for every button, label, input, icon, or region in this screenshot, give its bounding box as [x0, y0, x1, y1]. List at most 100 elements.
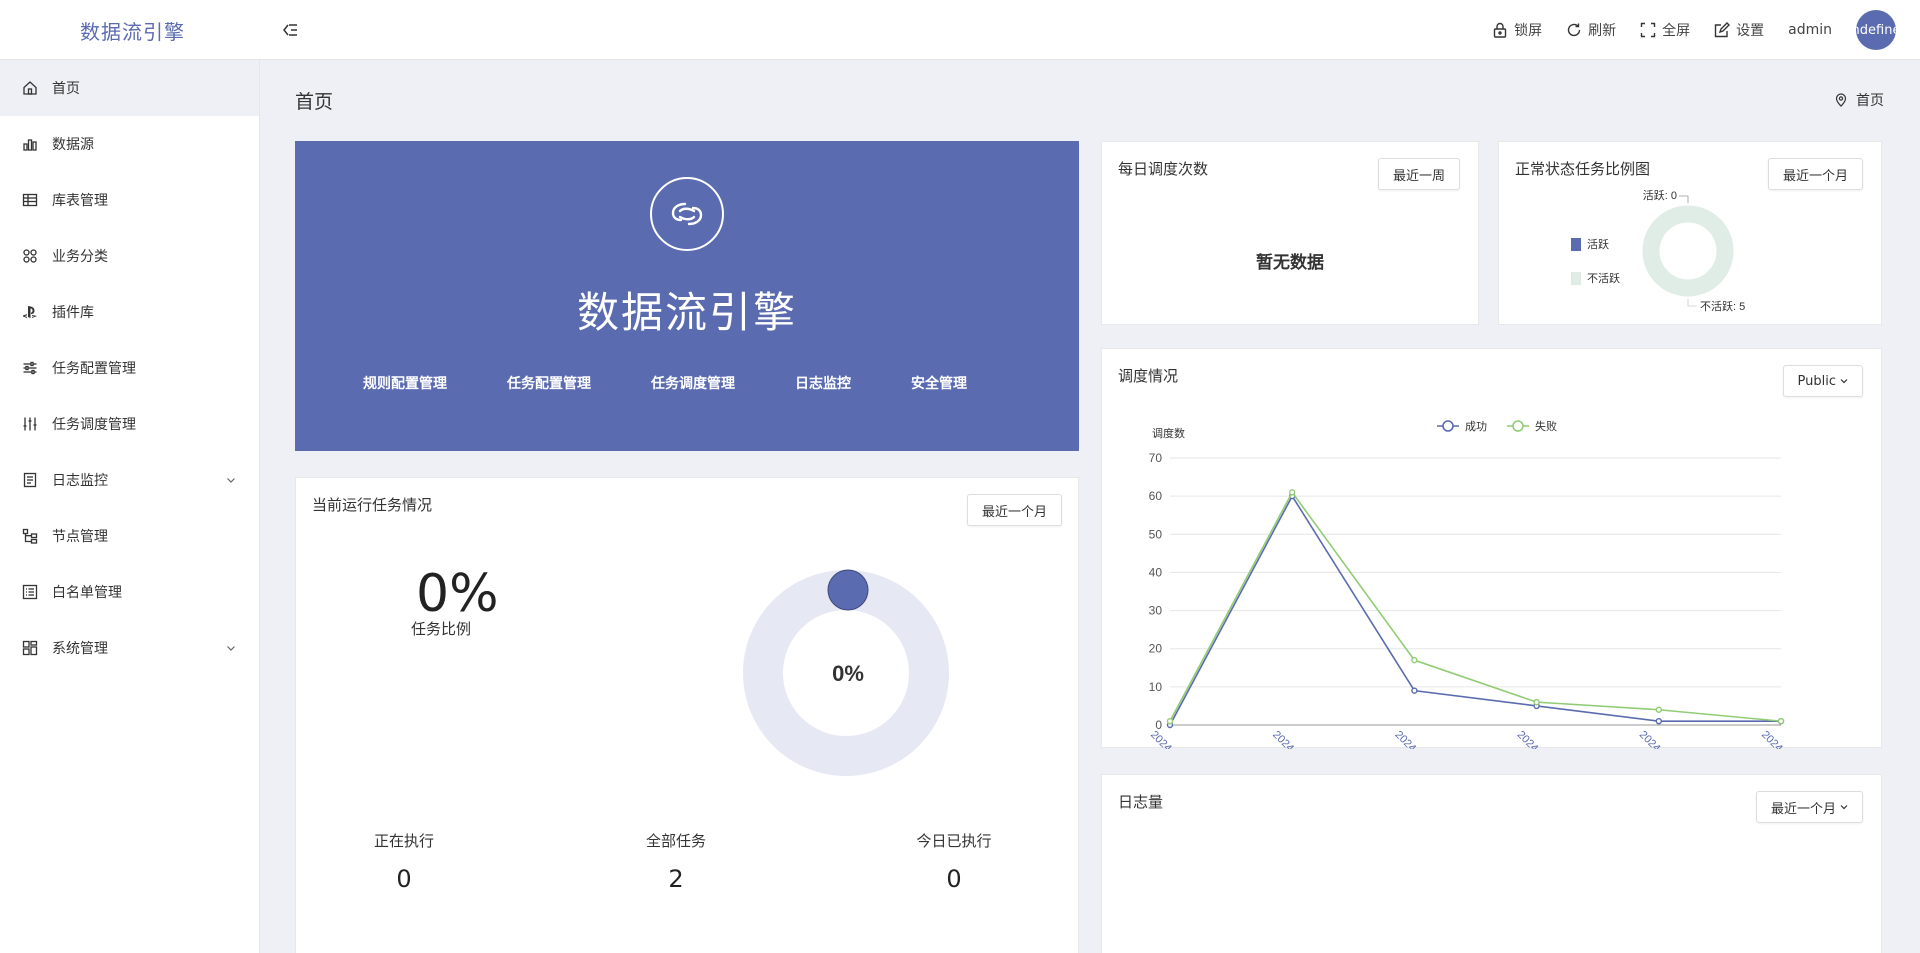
range-button[interactable]: 最近一个月: [966, 494, 1062, 526]
sidebar-item-tables[interactable]: 库表管理: [0, 172, 259, 228]
list-icon: [22, 584, 38, 600]
stat-value: 2: [668, 865, 684, 893]
sidebar-item-label: 数据源: [52, 137, 94, 153]
data-point: [1655, 717, 1662, 725]
collapse-menu-icon[interactable]: [280, 20, 300, 40]
sidebar-item-plugins[interactable]: 插件库: [0, 284, 259, 340]
sidebar-item-log-monitor[interactable]: 日志监控: [0, 452, 259, 508]
running-tasks-card: 当前运行任务情况 最近一个月 0% 任务比例 0% 正在执行 0 全部任务 2 …: [295, 477, 1079, 953]
stat-running: 正在执行 0: [344, 830, 464, 893]
y-tick-label: 40: [1149, 565, 1163, 579]
brand-title[interactable]: 数据流引擎: [80, 16, 185, 45]
dashboard-icon: [22, 640, 38, 656]
sidebar-item-label: 业务分类: [52, 249, 108, 265]
sidebar-item-label: 任务配置管理: [52, 361, 136, 377]
chevron-down-icon[interactable]: [225, 474, 237, 486]
sidebar-item-label: 白名单管理: [52, 585, 122, 601]
sidebar-item-label: 首页: [52, 81, 80, 97]
lock-screen-button[interactable]: 锁屏: [1492, 20, 1542, 40]
y-tick-label: 30: [1149, 604, 1163, 618]
legend-marker: [1512, 420, 1524, 432]
legend-label: 不活跃: [1587, 272, 1620, 285]
chevron-down-icon[interactable]: [225, 642, 237, 654]
fullscreen-label: 全屏: [1662, 23, 1691, 39]
legend-active[interactable]: 活跃: [1571, 236, 1609, 252]
stat-label: 正在执行: [373, 832, 434, 850]
sliders-icon: [22, 360, 38, 376]
user-name[interactable]: admin: [1788, 22, 1832, 38]
lock-icon: [1493, 22, 1507, 38]
label-line-inactive: [1687, 299, 1697, 307]
hero-link-log-monitor[interactable]: 日志监控: [795, 373, 851, 393]
y-tick-label: 60: [1149, 489, 1163, 503]
avatar[interactable]: undefined: [1856, 10, 1896, 50]
range-dropdown[interactable]: 最近一个月: [1755, 791, 1863, 823]
sidebar-item-label: 库表管理: [52, 193, 108, 209]
edit-icon: [1714, 22, 1731, 38]
card-title: 正常状态任务比例图: [1515, 160, 1651, 178]
breadcrumb-label[interactable]: 首页: [1856, 90, 1884, 110]
settings-label: 设置: [1736, 23, 1765, 39]
legend-inactive[interactable]: 不活跃: [1571, 270, 1620, 286]
x-tick-label: 2024-05-22: [1392, 729, 1440, 749]
donut-slice-inactive: [1642, 205, 1734, 297]
x-tick-label: 2024-05-23: [1515, 729, 1563, 749]
card-title: 每日调度次数: [1118, 160, 1209, 178]
tree-icon: [22, 528, 38, 544]
status-ratio-card: 正常状态任务比例图 最近一个月 活跃 不活跃 活跃: 0 不活跃: 5: [1498, 141, 1882, 325]
hero-banner: 数据流引擎 规则配置管理 任务配置管理 任务调度管理 日志监控 安全管理: [295, 141, 1079, 451]
hero-link-security[interactable]: 安全管理: [911, 373, 967, 393]
sidebar-item-nodes[interactable]: 节点管理: [0, 508, 259, 564]
sidebar-item-system[interactable]: 系统管理: [0, 620, 259, 676]
fullscreen-button[interactable]: 全屏: [1640, 20, 1690, 40]
daily-schedule-card: 每日调度次数 最近一周 暂无数据: [1101, 141, 1479, 325]
data-point: [1288, 489, 1296, 496]
data-point: [1533, 698, 1540, 706]
stat-today: 今日已执行 0: [894, 830, 1014, 893]
stat-label: 全部任务: [645, 832, 706, 850]
link-logo-icon: [650, 177, 724, 251]
sidebar-item-datasource[interactable]: 数据源: [0, 116, 259, 172]
breadcrumb: 首页: [1834, 90, 1884, 110]
x-tick-label: 2024-05-20: [1148, 729, 1196, 749]
sidebar-item-home[interactable]: 首页: [0, 60, 259, 116]
x-tick-label: 2024-05-29: [1759, 729, 1807, 749]
legend-label: 活跃: [1587, 238, 1609, 251]
task-donut-chart: 0%: [743, 569, 949, 776]
sidebar-item-whitelist[interactable]: 白名单管理: [0, 564, 259, 620]
legend-swatch: [1571, 237, 1581, 251]
sidebar-item-label: 系统管理: [52, 641, 108, 657]
refresh-icon: [1567, 23, 1581, 37]
document-icon: [22, 472, 38, 488]
main-content: 首页 首页 数据流引擎 规则配置管理 任务配置管理 任务调度管理 日志监控 安全…: [260, 60, 1920, 953]
card-title: 当前运行任务情况: [312, 496, 433, 514]
data-point: [1411, 656, 1418, 664]
sidebar-item-business-category[interactable]: 业务分类: [0, 228, 259, 284]
stat-value: 0: [946, 865, 962, 893]
sliders-vertical-icon: [22, 416, 38, 432]
schedule-chart-card: 调度情况 Public 调度数0102030405060702024-05-20…: [1101, 348, 1882, 749]
x-tick-label: 2024-05-21: [1270, 729, 1318, 749]
data-point: [1411, 687, 1418, 694]
fullscreen-icon: [1640, 22, 1656, 38]
data-point: [1777, 717, 1785, 725]
sidebar-item-task-schedule[interactable]: 任务调度管理: [0, 396, 259, 452]
refresh-button[interactable]: 刷新: [1566, 20, 1616, 40]
sidebar-item-label: 插件库: [52, 305, 94, 321]
hero-link-task-config[interactable]: 任务配置管理: [507, 373, 591, 393]
range-button[interactable]: 最近一个月: [1767, 158, 1863, 190]
hero-link-task-schedule[interactable]: 任务调度管理: [651, 373, 735, 393]
data-point: [1655, 706, 1662, 713]
legend-marker: [1442, 420, 1454, 432]
settings-button[interactable]: 设置: [1714, 20, 1764, 40]
range-button[interactable]: 最近一周: [1377, 158, 1460, 190]
legend-swatch: [1571, 271, 1581, 285]
hero-title: 数据流引擎: [576, 288, 797, 337]
plugin-icon: [22, 304, 38, 320]
legend-label: 成功: [1465, 420, 1487, 433]
sidebar-item-task-config[interactable]: 任务配置管理: [0, 340, 259, 396]
donut-marker: [827, 569, 869, 611]
schedule-line-chart: 调度数0102030405060702024-05-202024-05-2120…: [1148, 419, 1807, 749]
hero-link-rule-config[interactable]: 规则配置管理: [363, 373, 447, 393]
bar-chart-icon: [22, 136, 38, 152]
